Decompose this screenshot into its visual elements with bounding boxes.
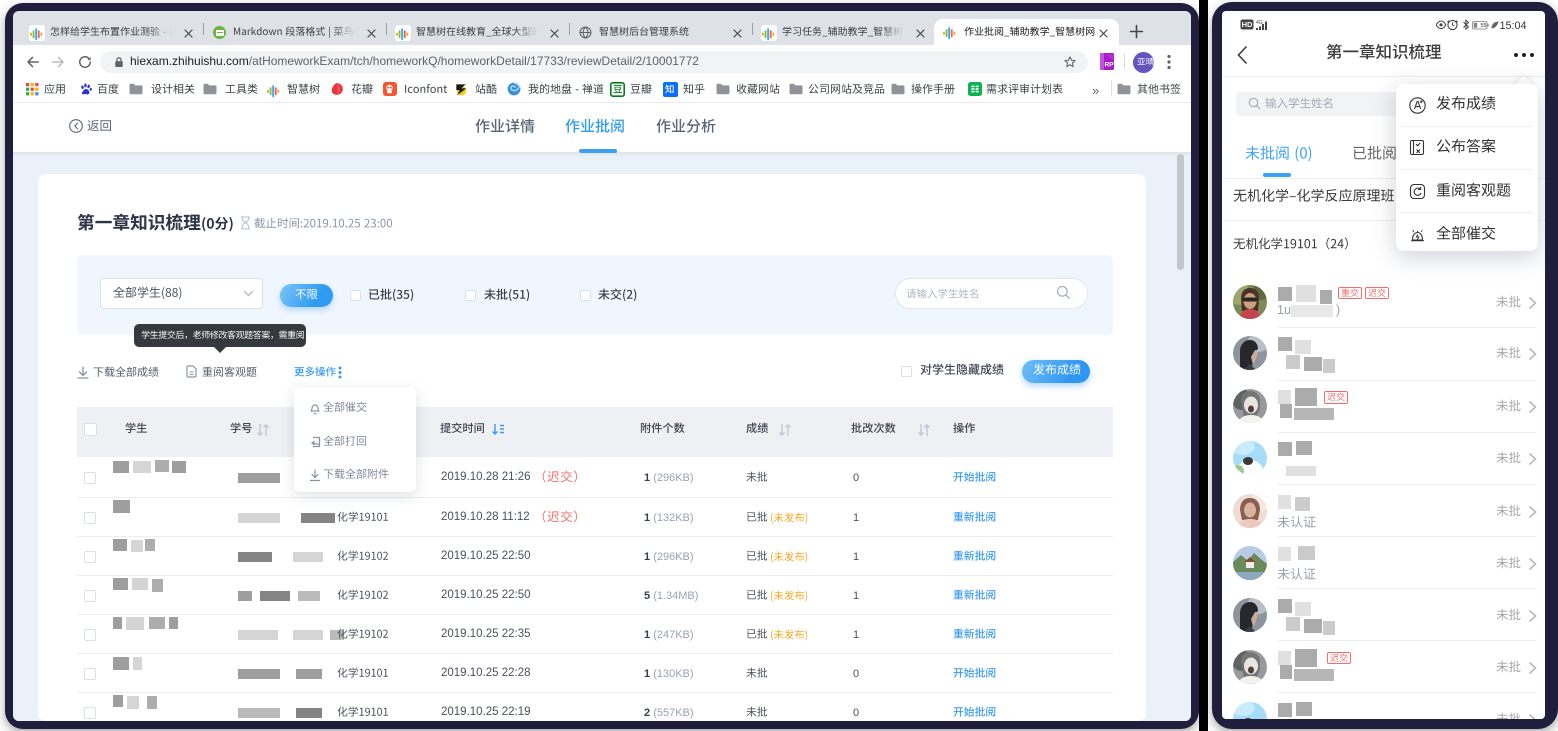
svg-text:55: 55 — [1481, 23, 1487, 29]
svg-text:HD: HD — [1242, 20, 1253, 29]
svg-text:15:04: 15:04 — [1500, 20, 1527, 31]
svg-text:RP: RP — [1104, 62, 1114, 69]
svg-text:4G: 4G — [1256, 20, 1263, 26]
